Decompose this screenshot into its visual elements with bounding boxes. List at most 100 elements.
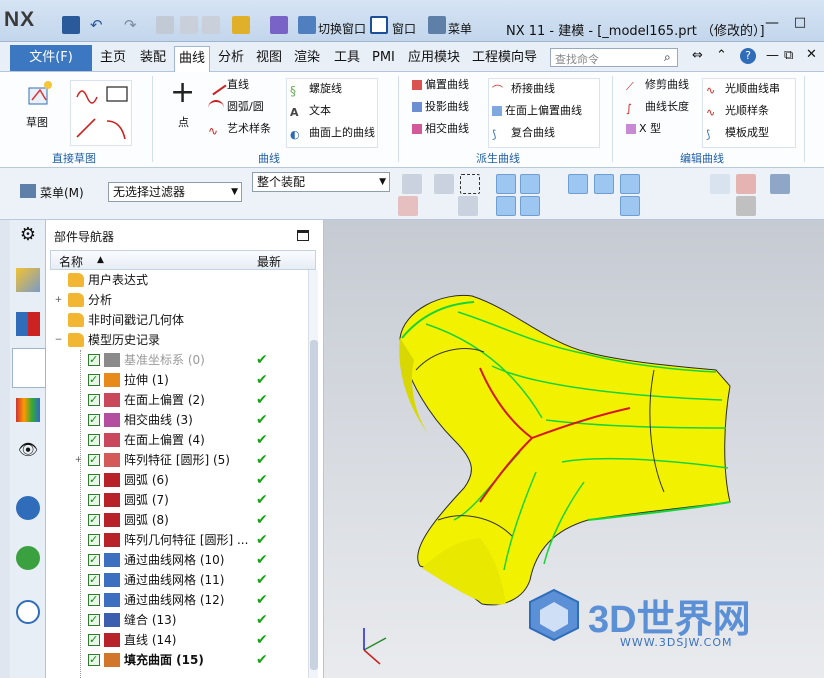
smooth-curve-string-button[interactable]: ∿ 光顺曲线串 bbox=[706, 80, 780, 98]
tab-application[interactable]: 应用模块 bbox=[408, 48, 460, 68]
expand-icon[interactable]: + bbox=[54, 296, 63, 305]
curve-on-surface-button[interactable]: ◐ 曲面上的曲线 bbox=[290, 124, 375, 142]
point-button[interactable]: 点 bbox=[178, 114, 189, 132]
tab-pmi[interactable]: PMI bbox=[372, 48, 395, 68]
grid-icon[interactable] bbox=[644, 196, 664, 216]
tree-row[interactable]: + 阵列特征 [圆形] (5) ✔ bbox=[50, 450, 308, 470]
tree-row[interactable]: 在面上偏置 (2) ✔ bbox=[50, 390, 308, 410]
switch-window-icon[interactable] bbox=[298, 16, 316, 34]
tree-row[interactable]: 直线 (14) ✔ bbox=[50, 630, 308, 650]
repeat-command-icon[interactable] bbox=[270, 16, 288, 34]
select-tool-icon[interactable] bbox=[434, 174, 454, 194]
navigator-scrollbar[interactable] bbox=[308, 270, 318, 678]
filter-select[interactable]: 无选择过滤器 ▼ bbox=[108, 182, 242, 202]
clock-icon[interactable] bbox=[16, 600, 40, 624]
tab-assembly[interactable]: 装配 bbox=[140, 48, 166, 68]
snap-spline-icon[interactable] bbox=[568, 174, 588, 194]
history-icon[interactable] bbox=[16, 546, 40, 570]
snap-intersection-icon[interactable] bbox=[620, 174, 640, 194]
visibility-checkbox[interactable] bbox=[88, 630, 100, 650]
snap-quadrant-icon[interactable] bbox=[496, 196, 516, 216]
assembly-navigator-icon[interactable] bbox=[16, 268, 40, 292]
visibility-checkbox[interactable] bbox=[88, 570, 100, 590]
visibility-checkbox[interactable] bbox=[88, 610, 100, 630]
settings-gear-icon[interactable]: ⚙ bbox=[16, 224, 40, 248]
copy-icon[interactable] bbox=[180, 16, 198, 34]
offset-on-face-button[interactable]: 在面上偏置曲线 bbox=[492, 102, 582, 120]
template-shape-button[interactable]: ⟆ 模板成型 bbox=[706, 124, 769, 142]
ribbon-options-icon[interactable]: ⇔ bbox=[692, 48, 703, 63]
tree-row[interactable]: − 模型历史记录 bbox=[50, 330, 308, 350]
snap-center-icon[interactable] bbox=[594, 174, 614, 194]
bridge-curve-button[interactable]: ⌒ 桥接曲线 bbox=[492, 80, 555, 98]
command-finder-icon[interactable] bbox=[232, 16, 250, 34]
snap-face-icon[interactable] bbox=[644, 174, 664, 194]
tree-row[interactable]: 拉伸 (1) ✔ bbox=[50, 370, 308, 390]
view-orient-icon[interactable] bbox=[682, 186, 702, 206]
tree-row[interactable]: 通过曲线网格 (10) ✔ bbox=[50, 550, 308, 570]
visibility-checkbox[interactable] bbox=[88, 450, 100, 470]
x-type-button[interactable]: X 型 bbox=[626, 120, 661, 138]
column-name[interactable]: 名称 bbox=[59, 253, 83, 270]
visibility-checkbox[interactable] bbox=[88, 350, 100, 370]
snap-endpoint-icon[interactable] bbox=[496, 174, 516, 194]
line-button[interactable]: 直线 bbox=[205, 74, 249, 96]
expand-icon[interactable]: + bbox=[74, 456, 83, 465]
rotate-icon[interactable] bbox=[710, 196, 730, 216]
snap-perp-icon[interactable] bbox=[544, 196, 564, 216]
offset-curve-button[interactable]: 偏置曲线 bbox=[412, 76, 469, 94]
snap-curve-icon[interactable] bbox=[544, 174, 564, 194]
menu-icon[interactable] bbox=[428, 16, 446, 34]
reuse-library-icon[interactable] bbox=[16, 398, 40, 422]
visibility-checkbox[interactable] bbox=[88, 490, 100, 510]
constraint-navigator-icon[interactable] bbox=[16, 312, 40, 336]
tree-row[interactable]: 阵列几何特征 [圆形] ... ✔ bbox=[50, 530, 308, 550]
menu-dropdown[interactable]: 菜单 bbox=[448, 20, 472, 37]
visibility-checkbox[interactable] bbox=[88, 550, 100, 570]
snap-midpoint-icon[interactable] bbox=[520, 196, 540, 216]
help-icon[interactable]: ? bbox=[740, 48, 756, 64]
tree-row[interactable]: 通过曲线网格 (12) ✔ bbox=[50, 590, 308, 610]
visibility-checkbox[interactable] bbox=[88, 650, 100, 670]
visibility-checkbox[interactable] bbox=[88, 510, 100, 530]
tree-row[interactable]: 圆弧 (8) ✔ bbox=[50, 510, 308, 530]
sketch-icon[interactable] bbox=[26, 78, 56, 108]
save-icon[interactable] bbox=[62, 16, 80, 34]
tab-mold-wizard[interactable]: 工程模向导 bbox=[472, 48, 537, 68]
part-navigator-icon[interactable] bbox=[12, 348, 46, 388]
toggle-ribbon-icon[interactable]: ⌃ bbox=[716, 48, 727, 63]
tree-row[interactable]: 缝合 (13) ✔ bbox=[50, 610, 308, 630]
tree-row[interactable]: 相交曲线 (3) ✔ bbox=[50, 410, 308, 430]
tab-home[interactable]: 主页 bbox=[100, 48, 126, 68]
minimize-icon[interactable]: — bbox=[758, 12, 786, 34]
tree-row[interactable]: 用户表达式 bbox=[50, 270, 308, 290]
sketch-button[interactable]: 草图 bbox=[26, 114, 48, 132]
menu-button[interactable]: 菜单(M) bbox=[40, 184, 84, 201]
point-icon[interactable]: + bbox=[170, 78, 195, 108]
composite-curve-button[interactable]: ⟆ 复合曲线 bbox=[492, 124, 555, 142]
intersect-curve-button[interactable]: 相交曲线 bbox=[412, 120, 469, 138]
collapse-icon[interactable]: − bbox=[54, 336, 63, 345]
maximize-panel-icon[interactable] bbox=[297, 230, 309, 241]
roles-icon[interactable] bbox=[16, 640, 40, 652]
snap-circle-icon[interactable] bbox=[594, 196, 614, 216]
tab-curve[interactable]: 曲线 bbox=[174, 46, 211, 73]
erase-icon[interactable] bbox=[458, 196, 478, 216]
hd3d-icon[interactable]: 👁 bbox=[16, 440, 40, 464]
snap-line-icon[interactable] bbox=[520, 174, 540, 194]
snap-icon[interactable] bbox=[402, 174, 422, 194]
tree-row[interactable]: + 分析 bbox=[50, 290, 308, 310]
tree-row[interactable]: 在面上偏置 (4) ✔ bbox=[50, 430, 308, 450]
scope-select[interactable]: 整个装配 ▼ bbox=[252, 172, 390, 192]
switch-window-button[interactable]: 切换窗口 bbox=[318, 20, 366, 37]
project-curve-button[interactable]: 投影曲线 bbox=[412, 98, 469, 116]
tab-tools[interactable]: 工具 bbox=[334, 48, 360, 68]
column-latest[interactable]: 最新 bbox=[257, 253, 281, 270]
art-spline-button[interactable]: ∿ 艺术样条 bbox=[208, 120, 271, 138]
tab-file[interactable]: 文件(F) bbox=[10, 45, 92, 71]
tree-row[interactable]: 基准坐标系 (0) ✔ bbox=[50, 350, 308, 370]
layout-icon[interactable] bbox=[736, 174, 756, 194]
tree-row[interactable]: 非时间戳记几何体 bbox=[50, 310, 308, 330]
cut-icon[interactable] bbox=[156, 16, 174, 34]
helix-button[interactable]: § 螺旋线 bbox=[290, 80, 342, 98]
